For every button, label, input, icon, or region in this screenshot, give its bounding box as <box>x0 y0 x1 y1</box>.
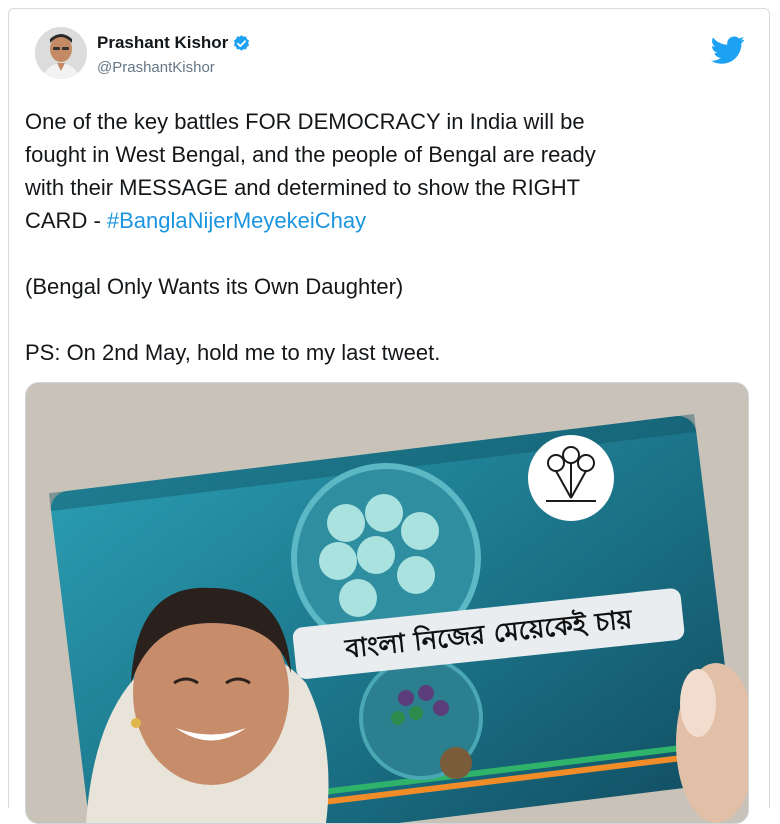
tweet-card: Prashant Kishor @PrashantKishor One of t… <box>8 8 770 824</box>
tweet-media[interactable]: বাংলা নিজের মেয়েকেই চায় <box>25 382 749 824</box>
tweet-line: PS: On 2nd May, hold me to my last tweet… <box>25 340 441 365</box>
tweet-line: One of the key battles FOR DEMOCRACY in … <box>25 109 585 134</box>
tweet-line: (Bengal Only Wants its Own Daughter) <box>25 274 404 299</box>
tweet-line: CARD - <box>25 208 107 233</box>
tweet-line: with their MESSAGE and determined to sho… <box>25 175 581 200</box>
avatar[interactable] <box>35 27 87 79</box>
verified-badge-icon <box>234 34 250 51</box>
tweet-body: One of the key battles FOR DEMOCRACY in … <box>25 105 745 369</box>
campaign-card-image: বাংলা নিজের মেয়েকেই চায় <box>26 383 748 823</box>
author-name[interactable]: Prashant Kishor <box>97 33 228 53</box>
profile-photo <box>35 27 87 79</box>
hashtag-link[interactable]: #BanglaNijerMeyekeiChay <box>107 208 366 233</box>
tweet-line: fought in West Bengal, and the people of… <box>25 142 596 167</box>
author-handle[interactable]: @PrashantKishor <box>97 59 215 76</box>
twitter-bird-icon[interactable] <box>711 33 745 67</box>
author-row: Prashant Kishor <box>97 33 251 53</box>
